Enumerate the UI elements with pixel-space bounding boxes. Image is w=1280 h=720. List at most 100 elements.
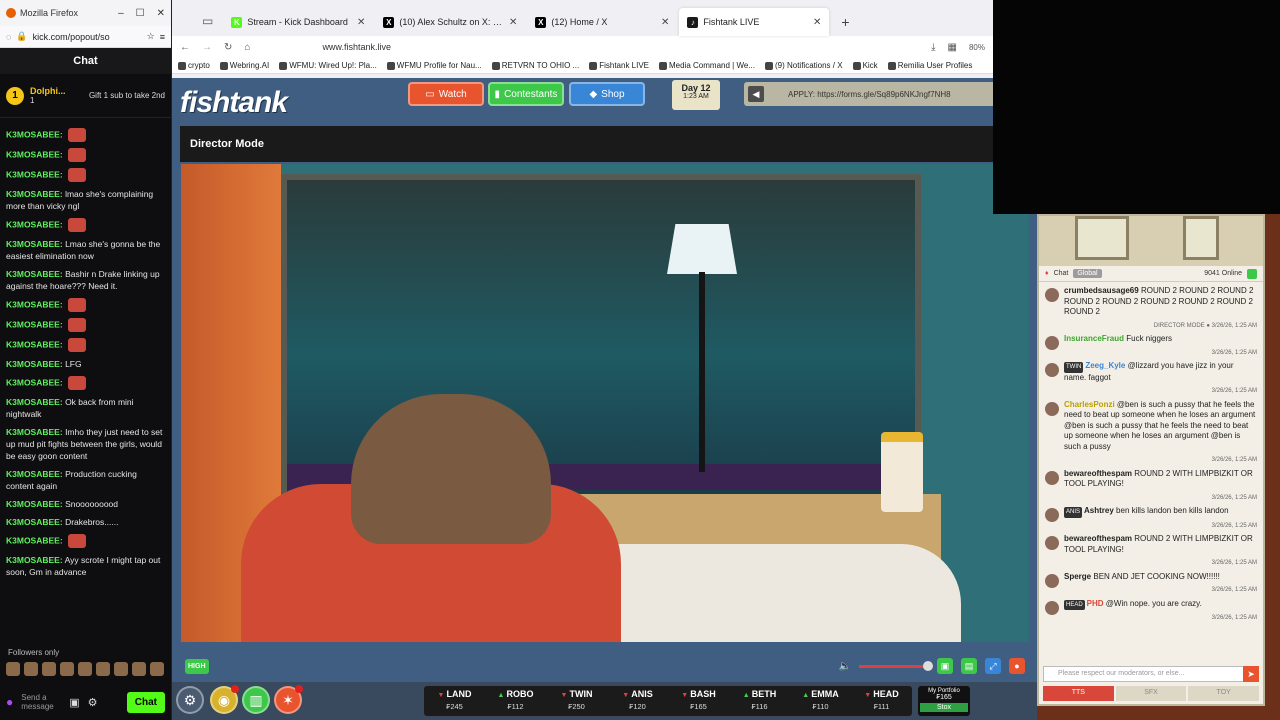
site-chat-input[interactable]: Please respect our moderators, or else..… — [1043, 666, 1259, 682]
address-bar[interactable]: www.fishtank.live — [322, 42, 391, 52]
back-icon[interactable]: ← — [180, 42, 190, 53]
chat-username[interactable]: K3MOSABEE: — [6, 319, 63, 329]
popout-url[interactable]: kick.com/popout/so — [33, 32, 110, 42]
avatar[interactable] — [1045, 336, 1059, 350]
emote-icon[interactable] — [42, 662, 56, 676]
message-username[interactable]: CharlesPonzi — [1064, 400, 1115, 409]
browser-tab[interactable]: X (12) Home / X ✕ — [527, 8, 677, 36]
close-icon[interactable]: ✕ — [157, 8, 165, 19]
bookmark-item[interactable]: WFMU: Wired Up!: Pla... — [279, 61, 377, 70]
send-icon[interactable]: ➤ — [1243, 666, 1259, 682]
chat-username[interactable]: K3MOSABEE: — [6, 469, 63, 479]
bookmark-item[interactable]: Fishtank LIVE — [589, 61, 649, 70]
nav-watch-button[interactable]: ▭ Watch — [408, 82, 484, 106]
message-username[interactable]: PHD — [1087, 599, 1104, 608]
gift-icon[interactable]: ▣ — [69, 696, 79, 709]
avatar[interactable] — [1045, 600, 1059, 615]
maximize-icon[interactable]: ☐ — [136, 8, 145, 19]
live-video-player[interactable] — [181, 164, 1029, 642]
emote-icon[interactable] — [78, 662, 92, 676]
emote-icon[interactable] — [6, 662, 20, 676]
tab-tts[interactable]: TTS — [1043, 686, 1114, 701]
stock-head[interactable]: ▼ HEAD ₣111 — [851, 686, 912, 716]
avatar[interactable] — [1045, 363, 1059, 377]
apply-text[interactable]: APPLY: https://forms.gle/Sq89p6NKJngf7NH… — [788, 90, 951, 99]
stock-beth[interactable]: ▲ BETH ₣116 — [729, 686, 790, 716]
inventory-button[interactable]: ▥ — [242, 686, 270, 714]
emote-icon[interactable] — [150, 662, 164, 676]
chat-username[interactable]: K3MOSABEE: — [6, 169, 63, 179]
message-username[interactable]: Sperge — [1064, 572, 1091, 581]
volume-slider[interactable] — [859, 660, 933, 671]
emote-icon[interactable] — [114, 662, 128, 676]
home-icon[interactable]: ⌂ — [244, 42, 250, 53]
mic-icon[interactable]: ● — [6, 695, 13, 709]
coins-button[interactable]: ◉ — [210, 685, 239, 714]
browser-tab[interactable]: K Stream - Kick Dashboard ✕ — [223, 8, 373, 36]
bookmark-item[interactable]: crypto — [178, 61, 210, 70]
chat-username[interactable]: K3MOSABEE: — [6, 555, 63, 565]
avatar[interactable] — [1045, 401, 1059, 416]
stock-emma[interactable]: ▲ EMMA ₣110 — [790, 686, 851, 716]
emote-icon[interactable] — [24, 662, 38, 676]
chat-username[interactable]: K3MOSABEE: — [6, 219, 63, 229]
clip-icon[interactable]: ▣ — [937, 658, 953, 674]
stock-robo[interactable]: ▲ ROBO ₣112 — [485, 686, 546, 716]
chat-username[interactable]: K3MOSABEE: — [6, 189, 63, 199]
chat-username[interactable]: K3MOSABEE: — [6, 427, 63, 437]
volume-knob[interactable] — [923, 660, 933, 671]
chat-username[interactable]: K3MOSABEE: — [6, 269, 63, 279]
download-icon[interactable]: ⤓ — [931, 42, 935, 53]
fishtank-logo[interactable]: fishtank — [180, 86, 288, 120]
zoom-level[interactable]: 80% — [969, 43, 985, 52]
bookmark-item[interactable]: Kick — [852, 61, 878, 70]
chat-username[interactable]: K3MOSABEE: — [6, 377, 63, 387]
close-tab-icon[interactable]: ✕ — [357, 17, 365, 28]
minimize-icon[interactable]: – — [118, 8, 124, 19]
chevron-left-icon[interactable]: ◀ — [748, 86, 764, 102]
forward-icon[interactable]: → — [202, 42, 212, 53]
stock-anis[interactable]: ▼ ANIS ₣120 — [607, 686, 668, 716]
star-icon[interactable]: ☆ — [147, 31, 155, 42]
stox-button[interactable]: Stox — [920, 703, 968, 712]
chat-username[interactable]: K3MOSABEE: — [6, 299, 63, 309]
nav-contestants-button[interactable]: ▮ Contestants — [488, 82, 564, 106]
browser-tab[interactable]: ♪ Fishtank LIVE ✕ — [679, 8, 830, 36]
extensions-icon[interactable]: ▦ — [948, 42, 957, 53]
stock-ticker[interactable]: ▼ LAND ₣245 ▲ ROBO ₣112 ▼ TWIN ₣250 ▼ ANIS ₣120 ▼ BAS… — [424, 686, 912, 716]
record-icon[interactable]: ● — [1009, 658, 1025, 674]
chat-scope-toggle[interactable]: Global — [1073, 269, 1102, 278]
settings-button[interactable]: ⚙ — [176, 686, 204, 714]
tab-sfx[interactable]: SFX — [1115, 686, 1187, 701]
chat-username[interactable]: K3MOSABEE: — [6, 149, 63, 159]
chat-username[interactable]: K3MOSABEE: — [6, 535, 63, 545]
stock-land[interactable]: ▼ LAND ₣245 — [424, 686, 485, 716]
nav-shop-button[interactable]: ◆ Shop — [569, 82, 645, 106]
chat-username[interactable]: K3MOSABEE: — [6, 129, 63, 139]
chat-username[interactable]: K3MOSABEE: — [6, 397, 63, 407]
message-username[interactable]: bewareofthespam — [1064, 469, 1132, 478]
chat-username[interactable]: K3MOSABEE: — [6, 339, 63, 349]
new-tab-icon[interactable]: + — [831, 14, 859, 36]
close-tab-icon[interactable]: ✕ — [661, 17, 669, 28]
avatar[interactable] — [1045, 288, 1059, 302]
stock-twin[interactable]: ▼ TWIN ₣250 — [546, 686, 607, 716]
bookmark-item[interactable]: RETVRN TO OHIO ... — [491, 61, 579, 70]
fullscreen-icon[interactable]: ⤢ — [985, 658, 1001, 674]
message-username[interactable]: Ashtrey — [1084, 506, 1114, 515]
tab-list-icon[interactable]: ▭ — [202, 14, 221, 36]
users-icon[interactable] — [1247, 268, 1257, 279]
gift-sub-text[interactable]: Gift 1 sub to take 2nd — [89, 91, 165, 100]
emote-icon[interactable] — [60, 662, 74, 676]
emote-quick-row[interactable] — [6, 662, 164, 676]
portfolio-widget[interactable]: My Portfolio ₣165 Stox — [918, 686, 970, 716]
message-username[interactable]: crumbedsausage69 — [1064, 286, 1139, 295]
chat-username[interactable]: K3MOSABEE: — [6, 499, 63, 509]
bookmark-item[interactable]: WFMU Profile for Nau... — [386, 61, 482, 70]
stock-bash[interactable]: ▼ BASH ₣165 — [668, 686, 729, 716]
send-message-input[interactable]: Send a message — [21, 693, 61, 711]
close-tab-icon[interactable]: ✕ — [813, 17, 821, 28]
bomb-button[interactable]: ✶ — [274, 685, 303, 714]
message-username[interactable]: InsuranceFraud — [1064, 334, 1124, 343]
avatar[interactable] — [1045, 508, 1059, 522]
